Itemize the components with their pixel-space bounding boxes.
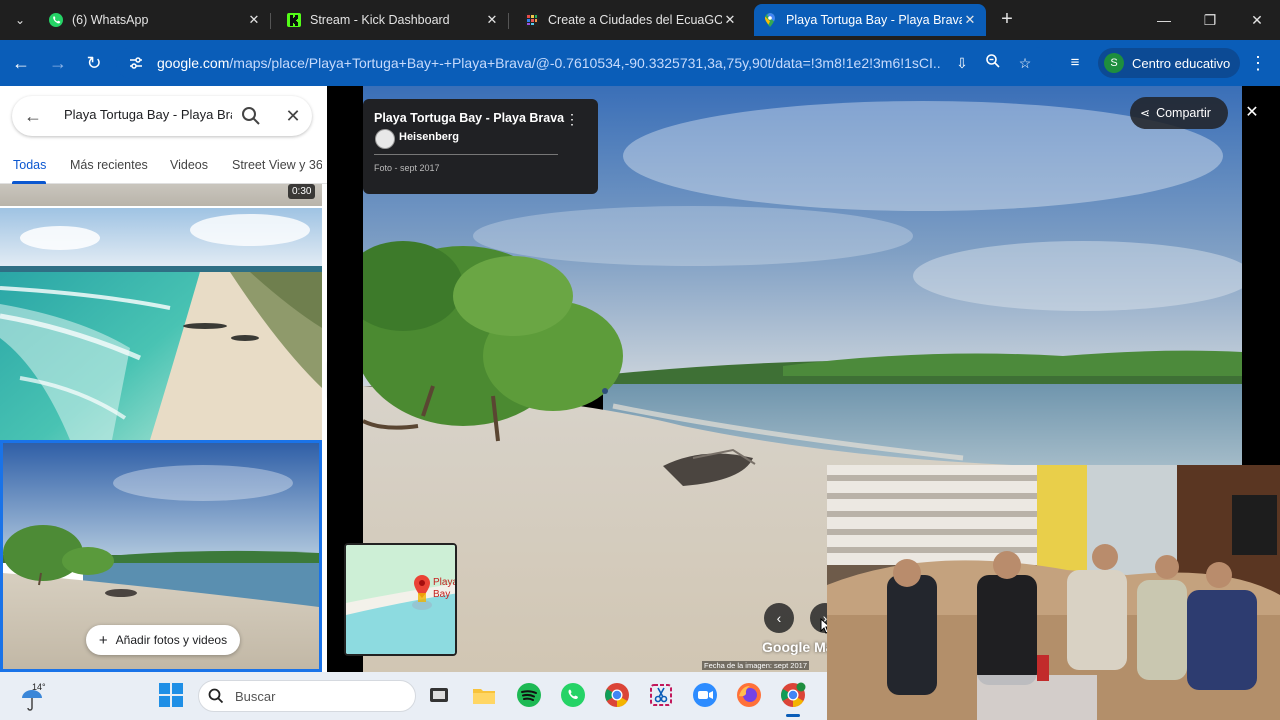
zoom-icon[interactable]: [692, 682, 718, 708]
mini-map-label: Playa Bay: [433, 577, 457, 600]
task-view-icon[interactable]: [426, 682, 452, 708]
clear-search-icon[interactable]: ✕: [282, 105, 304, 127]
tab-google-maps[interactable]: Playa Tortuga Bay - Playa Brava ✕: [754, 4, 986, 36]
photo-info-card: Playa Tortuga Bay - Playa Brava ⋮ Heisen…: [363, 99, 598, 194]
photo-filter-tabs: Todas Más recientes Videos Street View y…: [0, 150, 327, 184]
maps-pin-icon: [765, 13, 775, 27]
maps-search-box[interactable]: ← Playa Tortuga Bay - Playa Brava ✕: [12, 96, 312, 136]
reload-button[interactable]: ↻: [81, 50, 107, 76]
close-viewer-icon[interactable]: ✕: [1240, 99, 1264, 127]
author-avatar[interactable]: [375, 129, 395, 149]
video-duration: 0:30: [288, 184, 316, 199]
browser-menu-icon[interactable]: ⋮: [1248, 51, 1268, 75]
snipping-tool-icon[interactable]: [648, 682, 674, 708]
add-photos-label: Añadir fotos y videos: [115, 633, 228, 647]
plus-icon: +: [98, 631, 108, 649]
forward-button[interactable]: →: [45, 50, 71, 76]
whatsapp-icon[interactable]: [560, 682, 586, 708]
share-button[interactable]: ⋖ Compartir: [1130, 97, 1228, 129]
tab-videos[interactable]: Videos: [170, 158, 208, 172]
url-path: /maps/place/Playa+Tortuga+Bay+-+Playa+Br…: [229, 55, 941, 71]
close-tab-icon[interactable]: ✕: [246, 12, 262, 28]
url-text: google.com/maps/place/Playa+Tortuga+Bay+…: [157, 55, 941, 71]
kick-icon: [287, 13, 301, 27]
tab-strip: ⌄ (6) WhatsApp ✕ Stream - Kick Dashboard…: [0, 0, 1280, 40]
browser-toolbar: ← → ↻ google.com/maps/place/Playa+Tortug…: [0, 40, 1280, 86]
photo-thumbnail-aerial[interactable]: [0, 208, 322, 440]
address-bar[interactable]: google.com/maps/place/Playa+Tortuga+Bay+…: [116, 47, 1052, 79]
spotify-icon[interactable]: [516, 682, 542, 708]
screen: ⌄ (6) WhatsApp ✕ Stream - Kick Dashboard…: [0, 0, 1280, 720]
windows-taskbar: 14° Buscar: [0, 672, 827, 720]
tab-kick-dashboard[interactable]: Stream - Kick Dashboard ✕: [278, 4, 508, 36]
tab-separator: [508, 13, 509, 29]
new-tab-button[interactable]: +: [996, 9, 1018, 31]
tab-title: (6) WhatsApp: [72, 13, 149, 27]
add-photos-button[interactable]: + Añadir fotos y videos: [86, 625, 240, 655]
windows-start-icon[interactable]: [158, 682, 184, 708]
restore-button[interactable]: ❐: [1196, 6, 1224, 34]
previous-photo-button[interactable]: ‹: [764, 603, 794, 633]
whatsapp-icon: [49, 13, 63, 27]
place-title[interactable]: Playa Tortuga Bay - Playa Brava: [374, 111, 564, 125]
tab-separator: [270, 13, 271, 29]
close-tab-icon[interactable]: ✕: [722, 12, 738, 28]
site-info-icon[interactable]: [128, 55, 144, 71]
running-app-indicator: [786, 714, 800, 717]
tab-title: Stream - Kick Dashboard: [310, 13, 450, 27]
tab-street-view[interactable]: Street View y 360: [232, 158, 322, 172]
tab-todas[interactable]: Todas: [13, 158, 46, 172]
zoom-icon[interactable]: [983, 53, 1003, 73]
back-button[interactable]: ←: [8, 50, 34, 76]
search-placeholder: Buscar: [235, 689, 276, 704]
tab-whatsapp[interactable]: (6) WhatsApp ✕: [40, 4, 270, 36]
grid-icon: [525, 13, 539, 27]
bookmark-star-icon[interactable]: ☆: [1015, 53, 1035, 73]
close-tab-icon[interactable]: ✕: [962, 12, 978, 28]
tab-mas-recientes[interactable]: Más recientes: [70, 158, 148, 172]
share-label: Compartir: [1156, 106, 1211, 120]
search-icon[interactable]: [240, 105, 262, 127]
google-maps-logo: Google Maps: [762, 639, 828, 655]
avatar: S: [1104, 53, 1124, 73]
back-arrow-icon[interactable]: ←: [24, 105, 46, 127]
file-explorer-icon[interactable]: [471, 682, 497, 708]
search-icon: [208, 688, 224, 704]
image-date: Fecha de la imagen: sept 2017: [702, 661, 809, 670]
divider: [374, 154, 558, 155]
media-controls-icon[interactable]: ≡: [1062, 50, 1088, 76]
chrome-profile-icon[interactable]: [780, 682, 806, 708]
tab-ecuago[interactable]: Create a Ciudades del EcuaGO! ✕: [516, 4, 746, 36]
mini-map[interactable]: Playa Bay: [344, 543, 457, 656]
temperature: 14°: [32, 682, 46, 692]
url-host: google.com: [157, 55, 230, 71]
author-name[interactable]: Heisenberg: [399, 131, 459, 143]
share-icon: ⋖: [1140, 106, 1151, 120]
tab-title: Create a Ciudades del EcuaGO!: [548, 13, 722, 27]
tab-title: Playa Tortuga Bay - Playa Brava: [786, 13, 962, 27]
tab-search-button[interactable]: ⌄: [8, 8, 32, 32]
minimize-button[interactable]: —: [1150, 6, 1178, 34]
magnifier-minus-icon: [986, 54, 1000, 68]
firefox-icon[interactable]: [736, 682, 762, 708]
weather-widget[interactable]: 14°: [20, 680, 50, 712]
photos-panel: ← Playa Tortuga Bay - Playa Brava ✕ Toda…: [0, 86, 327, 672]
photo-date: Foto - sept 2017: [374, 163, 440, 173]
search-query[interactable]: Playa Tortuga Bay - Playa Brava: [64, 107, 232, 122]
close-window-button[interactable]: ✕: [1243, 6, 1271, 34]
webcam-feed-image: [827, 465, 1280, 720]
profile-button[interactable]: S Centro educativo: [1098, 48, 1240, 78]
taskbar-search[interactable]: Buscar: [198, 680, 416, 712]
profile-name: Centro educativo: [1132, 55, 1231, 71]
aerial-beach-image: [0, 208, 322, 440]
more-options-icon[interactable]: ⋮: [565, 111, 579, 128]
webcam-overlay: [827, 465, 1280, 720]
chrome-icon[interactable]: [604, 682, 630, 708]
video-thumbnail[interactable]: [0, 184, 322, 206]
close-tab-icon[interactable]: ✕: [484, 12, 500, 28]
install-app-icon[interactable]: ⇩: [952, 53, 972, 73]
